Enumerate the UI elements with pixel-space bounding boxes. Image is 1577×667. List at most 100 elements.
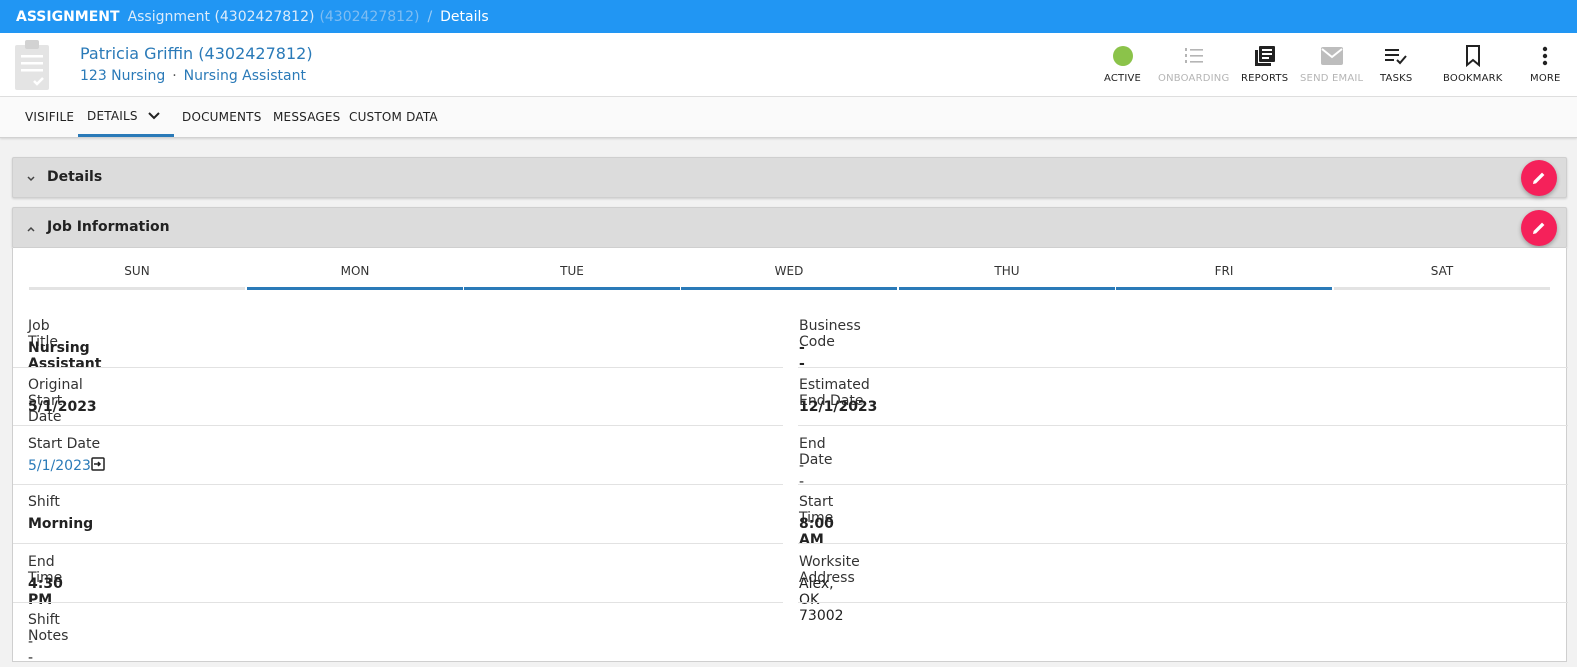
tab-custom-data[interactable]: CUSTOM DATA (349, 97, 438, 137)
tab-messages-label: MESSAGES (273, 110, 341, 124)
field-label: Shift (28, 494, 60, 510)
bookmark-button[interactable]: BOOKMARK (1443, 43, 1503, 84)
weekday-indicator (247, 287, 463, 290)
edit-job-information-button[interactable] (1521, 210, 1557, 246)
tasks-button[interactable]: TASKS (1380, 43, 1412, 84)
breadcrumb-assignment-link[interactable]: Assignment (4302427812) (128, 9, 315, 25)
more-button[interactable]: MORE (1530, 43, 1561, 84)
tab-details-label: DETAILS (87, 108, 138, 123)
row-divider (798, 602, 1568, 603)
weekday-indicator (899, 287, 1115, 290)
weekday-tue: TUE (464, 264, 680, 290)
person-name-link[interactable]: Patricia Griffin (4302427812) (80, 44, 313, 63)
bookmark-icon (1465, 43, 1481, 69)
weekday-label: FRI (1214, 264, 1234, 278)
tab-bar: VISIFILE DETAILS DOCUMENTS MESSAGES CUST… (0, 97, 1577, 138)
breadcrumb-current: Details (440, 8, 489, 25)
tasks-checklist-icon (1384, 43, 1408, 69)
weekday-label: MON (340, 264, 370, 278)
chevron-up-icon (24, 221, 38, 235)
field-value: 12/1/2023 (799, 399, 878, 415)
weekday-indicator (1334, 287, 1550, 290)
job-information-body: SUN MON TUE WED THU FRI SAT Job Title Nu… (12, 248, 1568, 666)
breadcrumb-root: ASSIGNMENT (16, 8, 120, 25)
details-panel-header[interactable]: Details (12, 157, 1567, 198)
field-start-date: Start Date 5/1/2023 (28, 432, 148, 490)
field-value: -- (28, 634, 34, 666)
subtitle-dot: · (172, 68, 177, 84)
row-divider (798, 425, 1568, 426)
field-label: Shift Notes (28, 612, 69, 644)
tab-documents-label: DOCUMENTS (182, 110, 262, 124)
field-value: Alex, OK 73002 (799, 576, 844, 624)
more-label: MORE (1530, 73, 1561, 84)
row-divider (798, 543, 1568, 544)
weekday-label: SUN (124, 264, 150, 278)
row-divider (13, 543, 783, 544)
pencil-icon (1531, 220, 1547, 236)
weekday-mon: MON (247, 264, 463, 290)
edit-details-button[interactable] (1521, 160, 1557, 196)
reports-label: REPORTS (1241, 73, 1289, 84)
role-link[interactable]: Nursing Assistant (184, 68, 306, 84)
field-value: -- (799, 458, 805, 490)
tab-details[interactable]: DETAILS (78, 97, 174, 137)
record-subtitle: 123 Nursing · Nursing Assistant (80, 68, 306, 84)
onboarding-label: ONBOARDING (1158, 73, 1230, 84)
reports-button[interactable]: REPORTS (1241, 43, 1288, 84)
company-link[interactable]: 123 Nursing (80, 68, 165, 84)
chevron-down-icon[interactable] (147, 111, 160, 120)
send-email-label: SEND EMAIL (1300, 73, 1364, 84)
clipboard-icon (14, 38, 50, 92)
breadcrumb-assignment-id: (4302427812) (319, 8, 420, 25)
open-in-icon[interactable] (91, 456, 105, 475)
weekday-label: THU (994, 264, 1020, 278)
tab-messages[interactable]: MESSAGES (273, 97, 341, 137)
row-divider (13, 367, 783, 368)
tab-visifile-label: VISIFILE (25, 110, 75, 124)
weekday-indicator (681, 287, 897, 290)
breadcrumb: ASSIGNMENT Assignment (4302427812) (4302… (0, 0, 1577, 33)
weekday-label: WED (774, 264, 804, 278)
more-vertical-icon (1542, 43, 1548, 69)
weekday-selector: SUN MON TUE WED THU FRI SAT (29, 264, 1551, 290)
tab-visifile[interactable]: VISIFILE (25, 97, 74, 137)
start-date-link[interactable]: 5/1/2023 (28, 458, 91, 474)
weekday-indicator (29, 287, 245, 290)
pencil-icon (1531, 170, 1547, 186)
status-active-label: ACTIVE (1104, 73, 1142, 84)
reports-icon (1254, 43, 1276, 69)
onboarding-button[interactable]: ONBOARDING (1158, 43, 1229, 84)
job-information-panel-title: Job Information (47, 219, 170, 235)
weekday-label: SAT (1430, 264, 1454, 278)
field-value: 4:30 PM (28, 576, 63, 608)
weekday-indicator (464, 287, 680, 290)
tab-custom-data-label: CUSTOM DATA (349, 110, 438, 124)
field-label: Business Code (799, 318, 861, 350)
weekday-fri: FRI (1116, 264, 1332, 290)
envelope-icon (1320, 43, 1343, 69)
weekday-sun: SUN (29, 264, 245, 290)
weekday-thu: THU (899, 264, 1115, 290)
details-panel-title: Details (47, 169, 103, 185)
field-value: 5/1/2023 (28, 399, 97, 415)
numbered-list-icon (1184, 43, 1204, 69)
chevron-down-icon (24, 171, 38, 185)
status-dot-icon (1112, 43, 1133, 69)
field-label: Start Date (28, 436, 101, 452)
field-value: Morning (28, 516, 94, 532)
status-active-button[interactable]: ACTIVE (1104, 43, 1141, 84)
weekday-sat: SAT (1334, 264, 1550, 290)
tab-documents[interactable]: DOCUMENTS (182, 97, 262, 137)
send-email-button[interactable]: SEND EMAIL (1300, 43, 1363, 84)
bookmark-label: BOOKMARK (1443, 73, 1503, 84)
weekday-label: TUE (560, 264, 584, 278)
record-header: Patricia Griffin (4302427812) 123 Nursin… (0, 33, 1577, 97)
row-divider (798, 484, 1568, 485)
weekday-indicator (1116, 287, 1332, 290)
row-divider (13, 425, 783, 426)
job-information-panel-header[interactable]: Job Information (12, 207, 1567, 248)
row-divider (13, 602, 783, 603)
row-divider (13, 484, 783, 485)
tasks-label: TASKS (1380, 73, 1413, 84)
